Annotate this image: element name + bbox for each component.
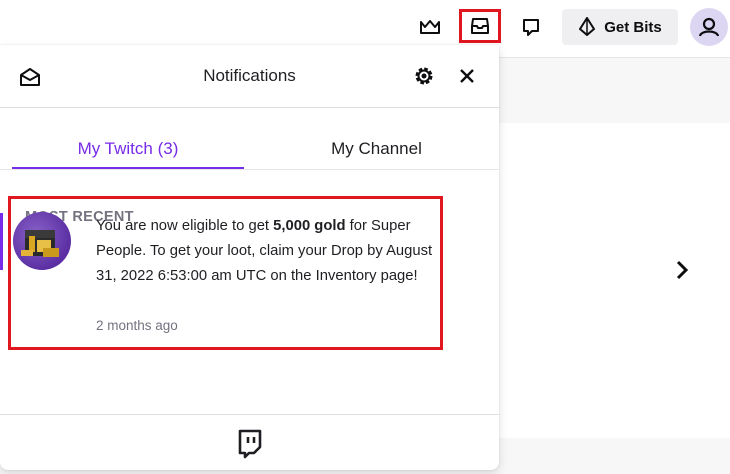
notification-tabs: My Twitch (3) My Channel	[0, 109, 499, 170]
tab-my-channel[interactable]: My Channel	[254, 139, 499, 159]
panel-header: Notifications	[0, 45, 499, 108]
inbox-button[interactable]	[459, 9, 501, 43]
unread-indicator	[0, 213, 3, 270]
active-tab-indicator	[12, 167, 244, 169]
settings-button[interactable]	[412, 64, 436, 88]
tab-my-twitch[interactable]: My Twitch (3)	[12, 139, 244, 159]
notification-timestamp: 2 months ago	[96, 318, 178, 333]
whisper-icon	[523, 19, 539, 36]
user-icon	[698, 17, 720, 37]
prime-crown-button[interactable]	[412, 9, 448, 45]
panel-footer	[0, 414, 499, 470]
inbox-icon	[471, 18, 489, 34]
close-icon	[460, 69, 474, 83]
notification-text-bold: 5,000 gold	[273, 218, 346, 234]
bits-icon	[579, 17, 596, 36]
background-content-card	[499, 123, 730, 438]
twitch-logo-icon	[238, 429, 262, 459]
gear-icon	[415, 67, 433, 85]
get-bits-label: Get Bits	[604, 18, 662, 36]
chevron-right-icon[interactable]	[672, 259, 692, 281]
whispers-button[interactable]	[513, 9, 549, 45]
notification-text-part1: You are now eligible to get	[96, 218, 274, 234]
user-menu-avatar[interactable]	[690, 8, 728, 46]
get-bits-button[interactable]: Get Bits	[562, 9, 678, 45]
notification-text: You are now eligible to get 5,000 gold f…	[96, 214, 436, 289]
close-button[interactable]	[455, 64, 479, 88]
crown-icon	[420, 20, 440, 34]
